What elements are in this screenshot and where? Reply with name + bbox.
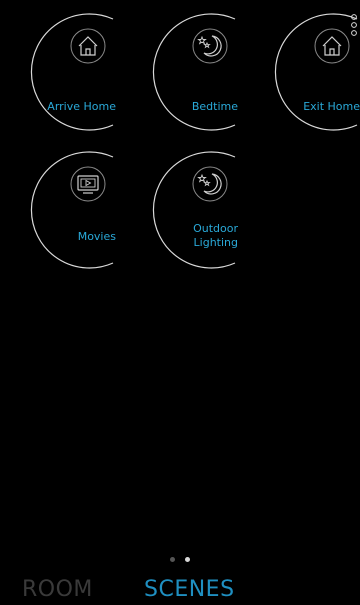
- moon-stars-icon: [192, 166, 228, 202]
- tv-play-icon: [70, 166, 106, 202]
- page-indicator: [0, 557, 360, 565]
- moon-stars-icon: [192, 28, 228, 64]
- scene-label-line: Outdoor: [193, 222, 238, 235]
- page-dot[interactable]: [170, 557, 175, 562]
- house-icon: [70, 28, 106, 64]
- page-dot-active[interactable]: [185, 557, 190, 562]
- scene-label: Outdoor Lighting: [193, 222, 238, 250]
- bottom-tabs: ROOM SCENES: [0, 576, 360, 604]
- scene-tile-arrive-home[interactable]: Arrive Home: [18, 12, 118, 132]
- scene-tile-outdoor-lighting[interactable]: Outdoor Lighting: [140, 150, 240, 270]
- scene-tile-movies[interactable]: Movies: [18, 150, 118, 270]
- tab-room[interactable]: ROOM: [22, 576, 93, 604]
- scene-tile-exit-home[interactable]: Exit Home: [262, 12, 360, 132]
- scene-tile-bedtime[interactable]: Bedtime: [140, 12, 240, 132]
- house-icon: [314, 28, 350, 64]
- scenes-screen: Arrive Home Bedtime Exit Home Movies Out…: [0, 0, 360, 605]
- scene-label: Movies: [77, 230, 116, 243]
- scene-label: Exit Home: [303, 100, 360, 113]
- scene-label: Arrive Home: [47, 100, 116, 113]
- tab-scenes[interactable]: SCENES: [144, 576, 235, 604]
- scene-label-line: Lighting: [193, 236, 238, 249]
- scene-label: Bedtime: [191, 100, 238, 113]
